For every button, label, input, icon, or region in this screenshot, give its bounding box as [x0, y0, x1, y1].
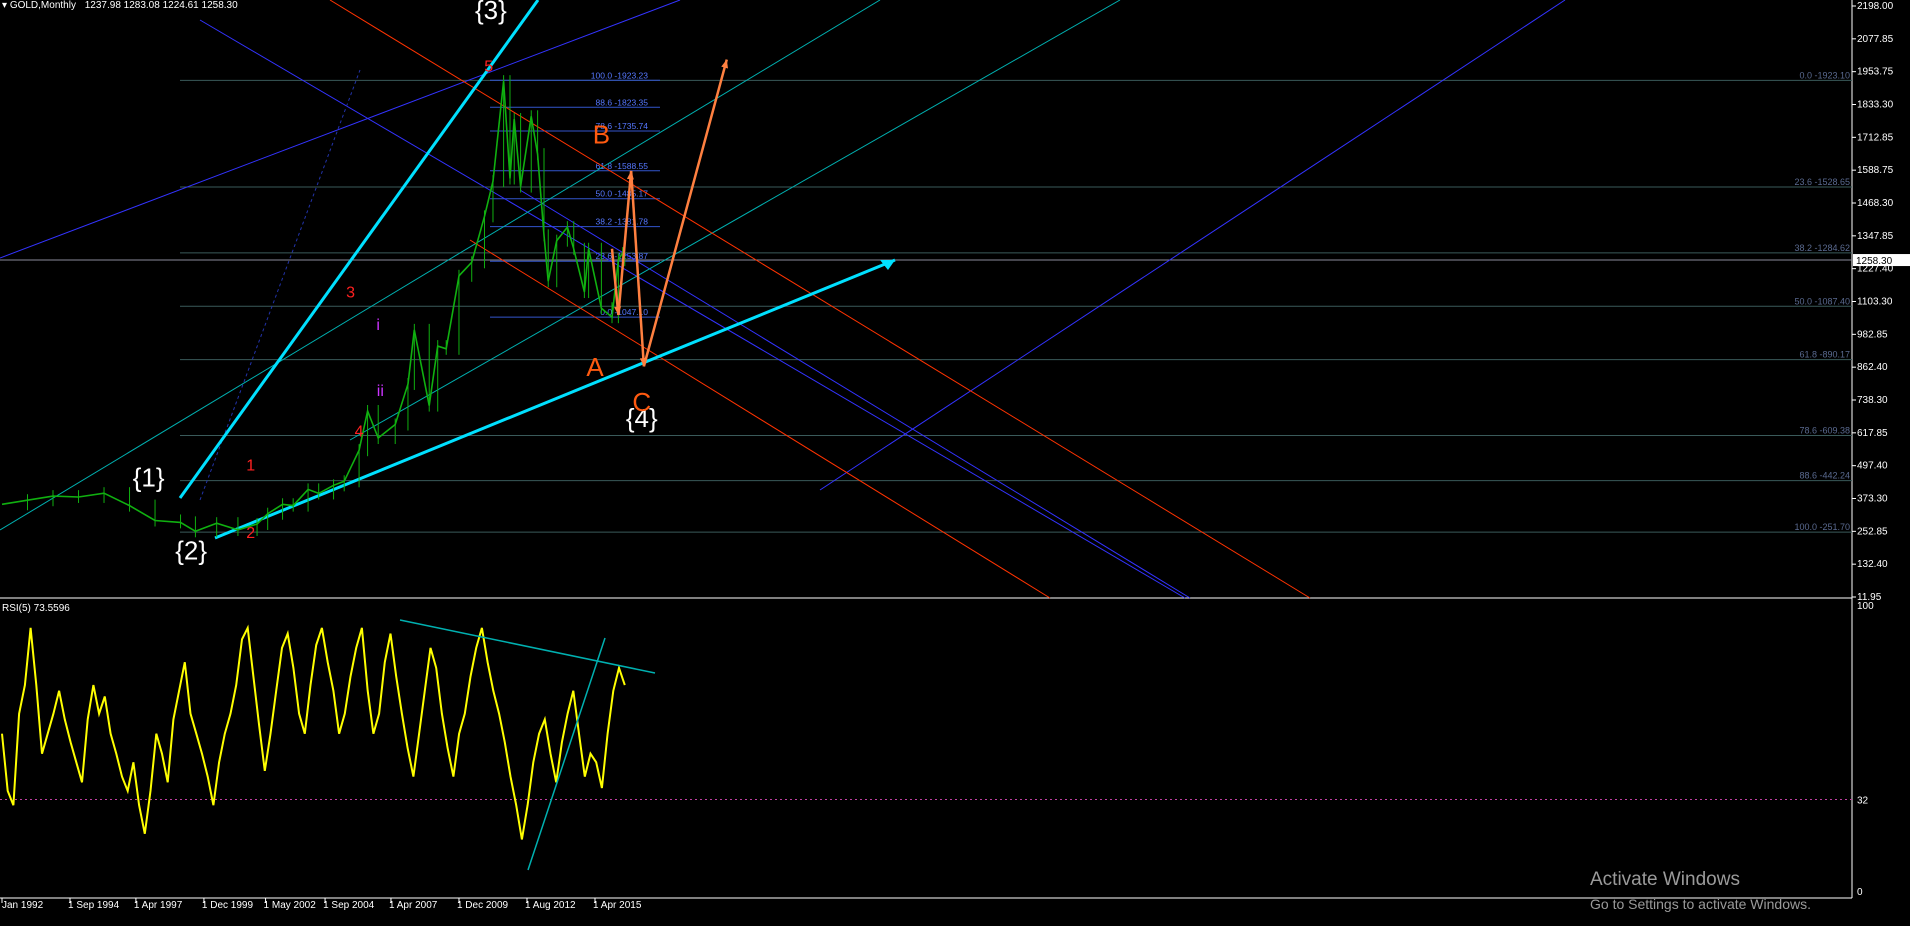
- fib-retracement-label: 38.2 -1381.78: [596, 217, 649, 227]
- wave-label-minor: 5: [484, 59, 493, 76]
- x-tick-label: 1 Dec 1999: [202, 900, 254, 911]
- y-tick-label: 1347.85: [1857, 231, 1894, 242]
- wave-label-abc: C: [632, 387, 651, 417]
- fib-retracement-label: 61.8 -1588.55: [596, 161, 649, 171]
- blue-trendline: [0, 0, 681, 259]
- fib-level-label: 100.0 -251.70: [1794, 522, 1850, 532]
- fib-retracement-label: 100.0 -1923.23: [591, 70, 648, 80]
- x-tick-label: 1 Aug 2012: [525, 900, 576, 911]
- watermark-subtitle: Go to Settings to activate Windows.: [1590, 896, 1811, 912]
- x-tick-label: 1 May 2002: [264, 900, 317, 911]
- blue-trendline: [519, 189, 1191, 599]
- fib-level-label: 78.6 -609.38: [1799, 425, 1850, 435]
- wave-label-major: {3}: [475, 0, 507, 25]
- y-tick-label: 738.30: [1857, 395, 1888, 406]
- support-trendline: [214, 258, 896, 540]
- y-tick-label: 862.40: [1857, 362, 1888, 373]
- fib-retracement-label: 50.0 -1485.17: [596, 189, 649, 199]
- fib-level-label: 38.2 -1284.62: [1794, 243, 1850, 253]
- x-tick-label: 1 Sep 2004: [323, 900, 375, 911]
- wave-label-major: {1}: [133, 463, 165, 493]
- blue-trendline: [199, 19, 1186, 599]
- rsi-trendline: [527, 637, 606, 871]
- wave-label-major: {2}: [175, 536, 207, 566]
- x-tick-label: Jan 1992: [2, 900, 44, 911]
- x-tick-label: 1 Dec 2009: [457, 900, 509, 911]
- x-tick-label: 1 Apr 2007: [389, 900, 438, 911]
- y-tick-label: 373.30: [1857, 494, 1888, 505]
- x-tick-label: 1 Apr 1997: [134, 900, 183, 911]
- y-tick-label: 252.85: [1857, 526, 1888, 537]
- rsi-line: [1, 624, 626, 840]
- red-trendline: [469, 239, 1051, 599]
- wave-label-sub: ii: [377, 383, 384, 400]
- y-tick-label: 497.40: [1857, 461, 1888, 472]
- y-tick-label: 982.85: [1857, 329, 1888, 340]
- wave-label-minor: 2: [246, 525, 255, 542]
- wave-label-minor: 1: [246, 457, 255, 474]
- wave-label-minor: 3: [346, 284, 355, 301]
- blue-trendline: [819, 0, 1566, 491]
- y-tick-label: 1833.30: [1857, 100, 1894, 111]
- rsi-trendline: [399, 619, 656, 674]
- fib-level-label: 61.8 -890.17: [1799, 350, 1850, 360]
- current-price-label: 1258.30: [1856, 256, 1893, 267]
- chart-canvas[interactable]: 2198.002077.851953.751833.301712.851588.…: [0, 0, 1910, 926]
- wave-label-minor: 4: [355, 424, 364, 441]
- y-tick-label: 1103.30: [1857, 297, 1893, 308]
- fib-level-label: 88.6 -442.24: [1799, 471, 1850, 481]
- y-tick-label: 1588.75: [1857, 165, 1894, 176]
- wave-label-abc: B: [593, 119, 610, 149]
- watermark-title: Activate Windows: [1590, 869, 1740, 890]
- y-tick-label: 1712.85: [1857, 132, 1894, 143]
- fib-level-label: 50.0 -1087.40: [1794, 296, 1850, 306]
- channel-line: [0, 0, 881, 531]
- fib-retracement-label: 88.6 -1823.35: [596, 97, 649, 107]
- wave-label-sub: i: [376, 317, 380, 334]
- y-tick-label: 132.40: [1857, 559, 1888, 570]
- y-tick-label: 1953.75: [1857, 67, 1894, 78]
- y-tick-label: 2198.00: [1857, 1, 1894, 12]
- channel-line: [349, 0, 1121, 441]
- y-tick-label: 617.85: [1857, 428, 1888, 439]
- fib-level-label: 23.6 -1528.65: [1794, 177, 1850, 187]
- wave-label-abc: A: [586, 352, 604, 382]
- red-trendline: [329, 0, 1311, 599]
- x-tick-label: 1 Sep 1994: [68, 900, 120, 911]
- rsi-tick-label: 100: [1857, 601, 1874, 612]
- rsi-tick-label: 0: [1857, 887, 1863, 898]
- x-tick-label: 1 Apr 2015: [593, 900, 642, 911]
- rsi-tick-label: 32: [1857, 795, 1869, 806]
- y-tick-label: 1468.30: [1857, 198, 1894, 209]
- y-tick-label: 2077.85: [1857, 34, 1894, 45]
- fib-level-label: 0.0 -1923.10: [1799, 70, 1850, 80]
- projection-segment: [642, 59, 728, 367]
- projection-segment: [629, 170, 646, 367]
